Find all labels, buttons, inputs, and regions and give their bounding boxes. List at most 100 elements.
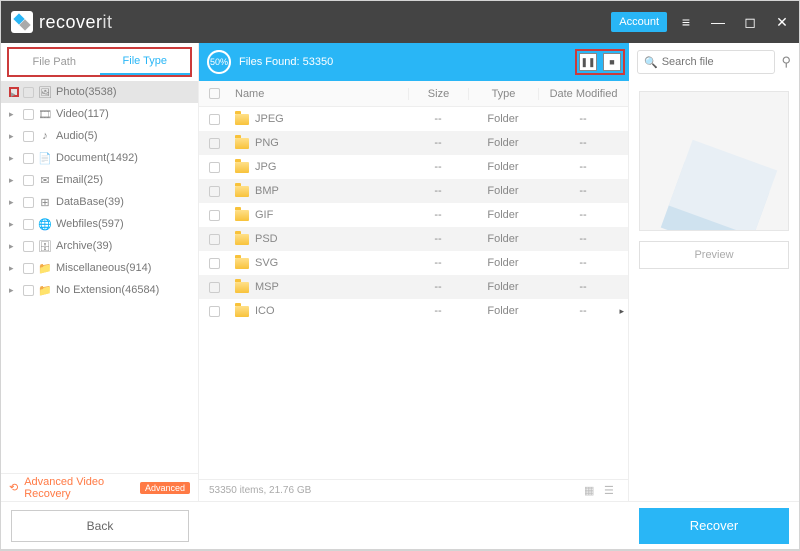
recover-button[interactable]: Recover xyxy=(639,508,789,544)
status-bar: 53350 items, 21.76 GB ▦ ☰ xyxy=(199,479,628,501)
minimize-icon[interactable]: — xyxy=(711,15,725,29)
tree-item[interactable]: ▸📁No Extension(46584) xyxy=(1,279,198,301)
table-row[interactable]: PSD--Folder-- xyxy=(199,227,628,251)
row-checkbox[interactable] xyxy=(209,306,220,317)
table-row[interactable]: SVG--Folder-- xyxy=(199,251,628,275)
row-checkbox[interactable] xyxy=(209,210,220,221)
expand-icon[interactable]: ▸ xyxy=(9,175,19,185)
preview-button[interactable]: Preview xyxy=(639,241,789,269)
logo-icon xyxy=(11,11,33,33)
table-row[interactable]: BMP--Folder-- xyxy=(199,179,628,203)
tree-checkbox[interactable] xyxy=(23,87,34,98)
expand-icon[interactable]: ▸ xyxy=(9,109,19,119)
row-date: -- xyxy=(538,233,628,245)
folder-icon xyxy=(235,210,249,221)
tree-item[interactable]: ▸ ♪ Audio(5) xyxy=(1,125,198,147)
tree-label: Audio(5) xyxy=(56,130,98,142)
tree-label: Miscellaneous(914) xyxy=(56,262,151,274)
row-type: Folder xyxy=(468,233,538,245)
tree-checkbox[interactable] xyxy=(23,219,34,230)
col-type[interactable]: Type xyxy=(468,88,538,100)
tree-label: Document(1492) xyxy=(56,152,138,164)
category-icon: ✉ xyxy=(38,173,52,187)
tree-checkbox[interactable] xyxy=(23,109,34,120)
col-date[interactable]: Date Modified xyxy=(538,88,628,100)
search-input[interactable] xyxy=(662,56,769,68)
advanced-recovery-label: Advanced Video Recovery xyxy=(24,476,134,500)
tree-checkbox[interactable] xyxy=(23,131,34,142)
tree-item[interactable]: ▸ 📄 Document(1492) xyxy=(1,147,198,169)
tab-file-path[interactable]: File Path xyxy=(9,49,100,75)
pause-button[interactable]: ❚❚ xyxy=(579,53,597,71)
row-size: -- xyxy=(408,137,468,149)
grid-view-icon[interactable]: ▦ xyxy=(584,484,598,498)
stop-button[interactable]: ■ xyxy=(603,53,621,71)
tree-checkbox[interactable] xyxy=(23,175,34,186)
row-date: -- xyxy=(538,281,628,293)
row-checkbox[interactable] xyxy=(209,282,220,293)
select-all-checkbox[interactable] xyxy=(209,88,220,99)
tree-item[interactable]: ▸🎞Video(117) xyxy=(1,103,198,125)
back-button[interactable]: Back xyxy=(11,510,189,542)
col-name[interactable]: Name xyxy=(229,88,408,100)
row-checkbox[interactable] xyxy=(209,234,220,245)
expand-icon[interactable]: ▸ xyxy=(9,87,19,97)
tree-checkbox[interactable] xyxy=(23,241,34,252)
content-area: 50% Files Found: 53350 ❚❚ ■ 🔍 ⚲ xyxy=(199,43,799,501)
menu-icon[interactable]: ≡ xyxy=(679,15,693,29)
row-checkbox[interactable] xyxy=(209,186,220,197)
row-date: -- xyxy=(538,161,628,173)
search-box[interactable]: 🔍 xyxy=(637,50,775,74)
table-row[interactable]: JPG--Folder-- xyxy=(199,155,628,179)
tree-item[interactable]: ▸📁Miscellaneous(914) xyxy=(1,257,198,279)
expand-icon[interactable]: ▸ xyxy=(9,219,19,229)
tree-checkbox[interactable] xyxy=(23,263,34,274)
table-row[interactable]: MSP--Folder-- xyxy=(199,275,628,299)
tree-checkbox[interactable] xyxy=(23,153,34,164)
tab-file-type[interactable]: File Type xyxy=(100,49,191,75)
preview-panel: Preview xyxy=(629,81,799,501)
table-row[interactable]: ICO--Folder--▸ xyxy=(199,299,628,323)
advanced-recovery[interactable]: ⟲ Advanced Video Recovery Advanced xyxy=(1,473,198,501)
category-icon: ♪ xyxy=(38,129,52,143)
table-row[interactable]: GIF--Folder-- xyxy=(199,203,628,227)
app-logo: recoverit xyxy=(11,11,113,33)
row-checkbox[interactable] xyxy=(209,162,220,173)
expand-icon[interactable]: ▸ xyxy=(9,263,19,273)
expand-icon[interactable]: ▸ xyxy=(9,197,19,207)
filter-icon[interactable]: ⚲ xyxy=(781,54,791,70)
row-checkbox[interactable] xyxy=(209,258,220,269)
tree-checkbox[interactable] xyxy=(23,285,34,296)
expand-icon[interactable]: ▸ xyxy=(9,131,19,141)
folder-icon xyxy=(235,282,249,293)
maximize-icon[interactable]: ◻ xyxy=(743,15,757,29)
category-icon: 🎞 xyxy=(38,107,52,121)
files-found-label: Files Found: xyxy=(239,56,300,68)
tree-item[interactable]: ▸⊞DataBase(39) xyxy=(1,191,198,213)
row-checkbox[interactable] xyxy=(209,138,220,149)
tree-item[interactable]: ▸🗄Archive(39) xyxy=(1,235,198,257)
row-checkbox[interactable] xyxy=(209,114,220,125)
table-row[interactable]: JPEG--Folder-- xyxy=(199,107,628,131)
expand-icon[interactable]: ▸ xyxy=(9,285,19,295)
tree-item[interactable]: ▸✉Email(25) xyxy=(1,169,198,191)
folder-icon xyxy=(235,162,249,173)
tree-item[interactable]: ▸🖼Photo(3538) xyxy=(1,81,198,103)
row-size: -- xyxy=(408,209,468,221)
tree-checkbox[interactable] xyxy=(23,197,34,208)
close-icon[interactable]: ✕ xyxy=(775,15,789,29)
row-type: Folder xyxy=(468,305,538,317)
tree-item[interactable]: ▸🌐Webfiles(597) xyxy=(1,213,198,235)
row-expand-icon[interactable]: ▸ xyxy=(619,306,624,317)
row-date: -- xyxy=(538,137,628,149)
col-size[interactable]: Size xyxy=(408,88,468,100)
table-row[interactable]: PNG--Folder-- xyxy=(199,131,628,155)
expand-icon[interactable]: ▸ xyxy=(9,241,19,251)
tree-label: DataBase(39) xyxy=(56,196,124,208)
search-area: 🔍 ⚲ xyxy=(629,43,799,81)
account-button[interactable]: Account xyxy=(611,12,667,32)
category-icon: 📄 xyxy=(38,151,52,165)
list-view-icon[interactable]: ☰ xyxy=(604,484,618,498)
row-type: Folder xyxy=(468,209,538,221)
expand-icon[interactable]: ▸ xyxy=(9,153,19,163)
